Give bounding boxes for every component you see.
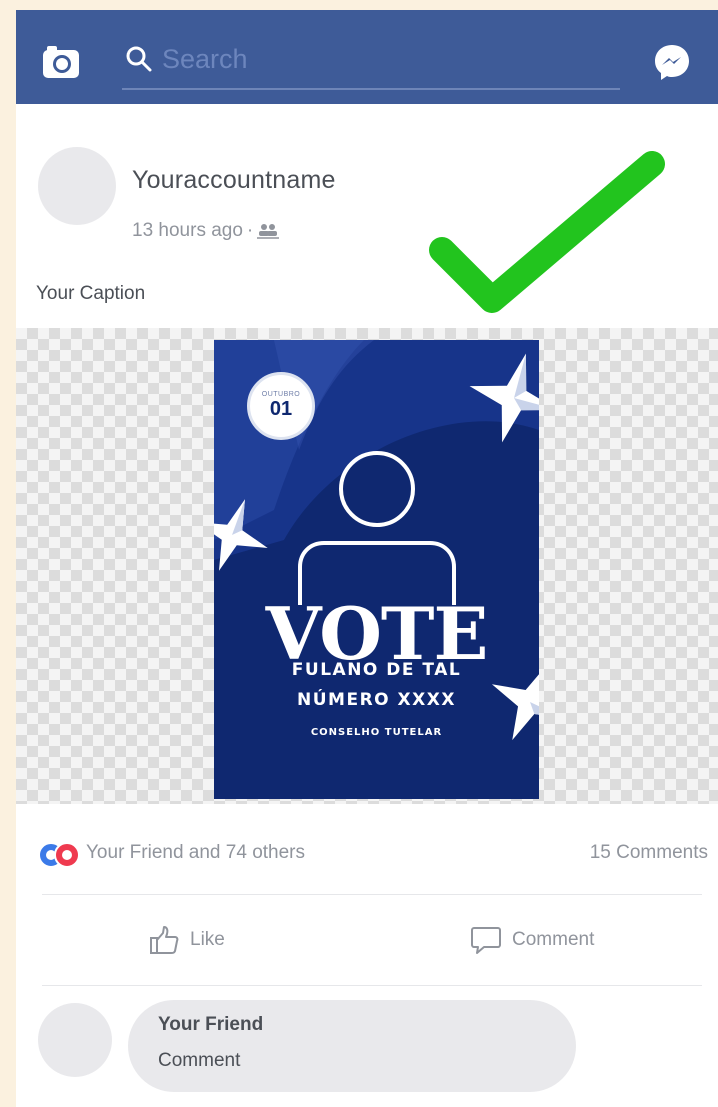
comment-button[interactable]: Comment (470, 895, 594, 985)
search-icon (126, 46, 152, 72)
checkmark-icon (429, 151, 665, 313)
post-caption: Your Caption (36, 283, 146, 304)
candidate-name: FULANO DE TAL (291, 660, 462, 680)
date-day: 01 (269, 398, 293, 420)
search-input[interactable] (162, 42, 602, 76)
post-meta: 13 hours ago · (132, 220, 280, 242)
comments-count[interactable]: 15 Comments (590, 842, 708, 864)
comment-label: Comment (512, 929, 595, 950)
like-button[interactable]: Like (148, 895, 225, 985)
post-media[interactable]: OUTUBRO 01 VOTE FULANO DE TAL NÚMERO XXX… (16, 328, 718, 804)
like-label: Like (190, 929, 225, 950)
action-bar: Like Comment (42, 894, 702, 986)
reactions-summary: Your Friend and 74 others 15 Comments (38, 840, 708, 870)
friends-icon[interactable] (257, 223, 280, 239)
comment-icon (471, 927, 501, 954)
commenter-avatar[interactable] (38, 1003, 112, 1077)
messenger-icon[interactable] (652, 42, 692, 82)
top-bar (16, 10, 718, 104)
reactions-text[interactable]: Your Friend and 74 others (86, 842, 305, 864)
candidate-number: NÚMERO XXXX (297, 690, 456, 710)
comment-bubble[interactable]: Your Friend Comment (128, 1000, 576, 1092)
thumbs-up-icon (150, 926, 179, 954)
comment-author[interactable]: Your Friend (158, 1014, 263, 1036)
reaction-icons[interactable] (38, 840, 80, 868)
search-bar[interactable] (122, 40, 620, 90)
author-name[interactable]: Youraccountname (132, 166, 336, 195)
date-badge: OUTUBRO 01 (247, 372, 315, 440)
post-time[interactable]: 13 hours ago (132, 220, 243, 242)
council-label: CONSELHO TUTELAR (310, 727, 443, 738)
campaign-poster: OUTUBRO 01 VOTE FULANO DE TAL NÚMERO XXX… (214, 340, 539, 799)
post-mockup: Youraccountname 13 hours ago · Your Capt… (16, 10, 718, 1107)
person-icon (298, 451, 456, 605)
love-reaction-icon (54, 842, 80, 868)
date-month: OUTUBRO (261, 391, 301, 398)
comment-text: Comment (158, 1050, 241, 1071)
camera-icon[interactable] (42, 45, 80, 79)
meta-separator: · (246, 220, 254, 241)
author-avatar[interactable] (38, 147, 116, 225)
